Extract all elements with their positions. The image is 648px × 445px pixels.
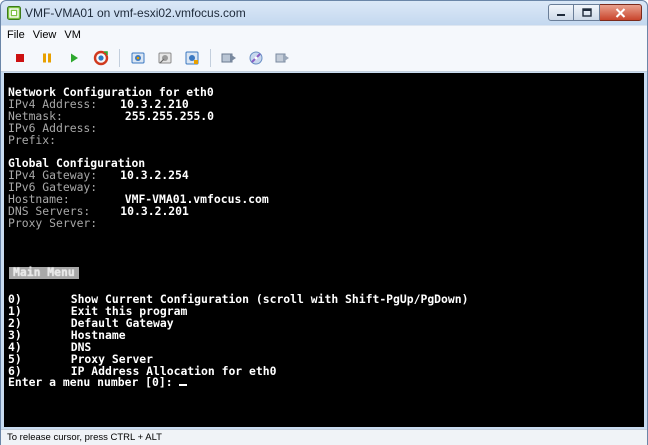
window-title: VMF-VMA01 on vmf-esxi02.vmfocus.com — [25, 6, 246, 20]
revert-snapshot-button[interactable] — [156, 49, 174, 67]
menu-prompt: Enter a menu number [0]: — [8, 375, 173, 390]
menu-bar: File View VM — [1, 25, 647, 44]
connect-devices-button[interactable] — [247, 49, 265, 67]
power-off-icon — [16, 53, 24, 62]
revert-snapshot-icon — [158, 52, 172, 63]
reset-icon — [93, 50, 109, 65]
status-bar: To release cursor, press CTRL + ALT — [1, 429, 647, 445]
main-menu-row: Main Menu — [8, 265, 644, 282]
snapshot-button[interactable] — [129, 49, 147, 67]
snapshot-manager-icon — [185, 51, 199, 64]
window-controls — [548, 4, 642, 22]
connect-devices-icon — [249, 51, 263, 64]
close-button[interactable] — [600, 4, 642, 21]
power-on-icon — [71, 53, 78, 62]
menu-prompt-row[interactable]: Enter a menu number [0]: — [8, 377, 644, 389]
menu-vm[interactable]: VM — [64, 29, 81, 41]
snapshot-manager-button[interactable] — [183, 49, 201, 67]
text-cursor — [179, 377, 188, 387]
netmask-value: 255.255.255.0 — [124, 108, 215, 123]
vsphere-app-icon — [7, 6, 21, 20]
suspend-button[interactable] — [38, 49, 56, 67]
menu-file[interactable]: File — [7, 29, 25, 41]
vm-settings-icon — [221, 53, 236, 62]
title-bar[interactable]: VMF-VMA01 on vmf-esxi02.vmfocus.com — [1, 1, 647, 25]
menu-view[interactable]: View — [33, 29, 57, 41]
console-row: IPv4 Address: 10.3.2.210 — [8, 98, 644, 111]
vm-console-screen[interactable]: Network Configuration for eth0 IPv4 Addr… — [4, 73, 644, 427]
global-config-heading: Global Configuration — [8, 156, 146, 171]
console-options-button[interactable] — [274, 49, 292, 67]
maximize-button[interactable] — [574, 4, 600, 21]
proxy-server-label: Proxy Server: — [8, 215, 98, 230]
ipv6-address-label: IPv6 Address: — [8, 120, 98, 135]
close-icon — [615, 7, 626, 18]
menu-option-3[interactable]: 3) Hostname — [8, 329, 644, 342]
console-options-icon — [275, 53, 289, 62]
toolbar-separator — [210, 48, 211, 67]
main-menu-title: Main Menu — [9, 266, 79, 280]
vm-console-window: VMF-VMA01 on vmf-esxi02.vmfocus.com File… — [0, 0, 648, 445]
toolbar — [1, 44, 647, 72]
reset-button[interactable] — [92, 49, 110, 67]
snapshot-icon — [131, 52, 145, 63]
minimize-button[interactable] — [548, 4, 574, 21]
net-config-heading: Network Configuration for eth0 — [8, 85, 214, 99]
console-row: DNS Servers: 10.3.2.201 — [8, 203, 644, 218]
vm-settings-button[interactable] — [220, 49, 238, 67]
prefix-label: Prefix: — [8, 132, 57, 147]
maximize-icon — [581, 8, 592, 17]
console-row: Hostname: VMF-VMA01.vmfocus.com — [8, 193, 644, 206]
minimize-icon — [557, 13, 565, 16]
ipv4-gateway-value: 10.3.2.254 — [120, 168, 189, 183]
ipv6-gateway-label: IPv6 Gateway: — [8, 180, 98, 195]
console-row: IPv4 Gateway: 10.3.2.254 — [8, 168, 644, 183]
console-row: Netmask: 255.255.255.0 — [8, 108, 644, 123]
toolbar-separator — [119, 48, 120, 67]
suspend-icon — [43, 53, 51, 62]
dns-servers-value: 10.3.2.201 — [120, 203, 189, 218]
status-text: To release cursor, press CTRL + ALT — [7, 432, 162, 443]
power-off-button[interactable] — [11, 49, 29, 67]
power-on-button[interactable] — [65, 49, 83, 67]
